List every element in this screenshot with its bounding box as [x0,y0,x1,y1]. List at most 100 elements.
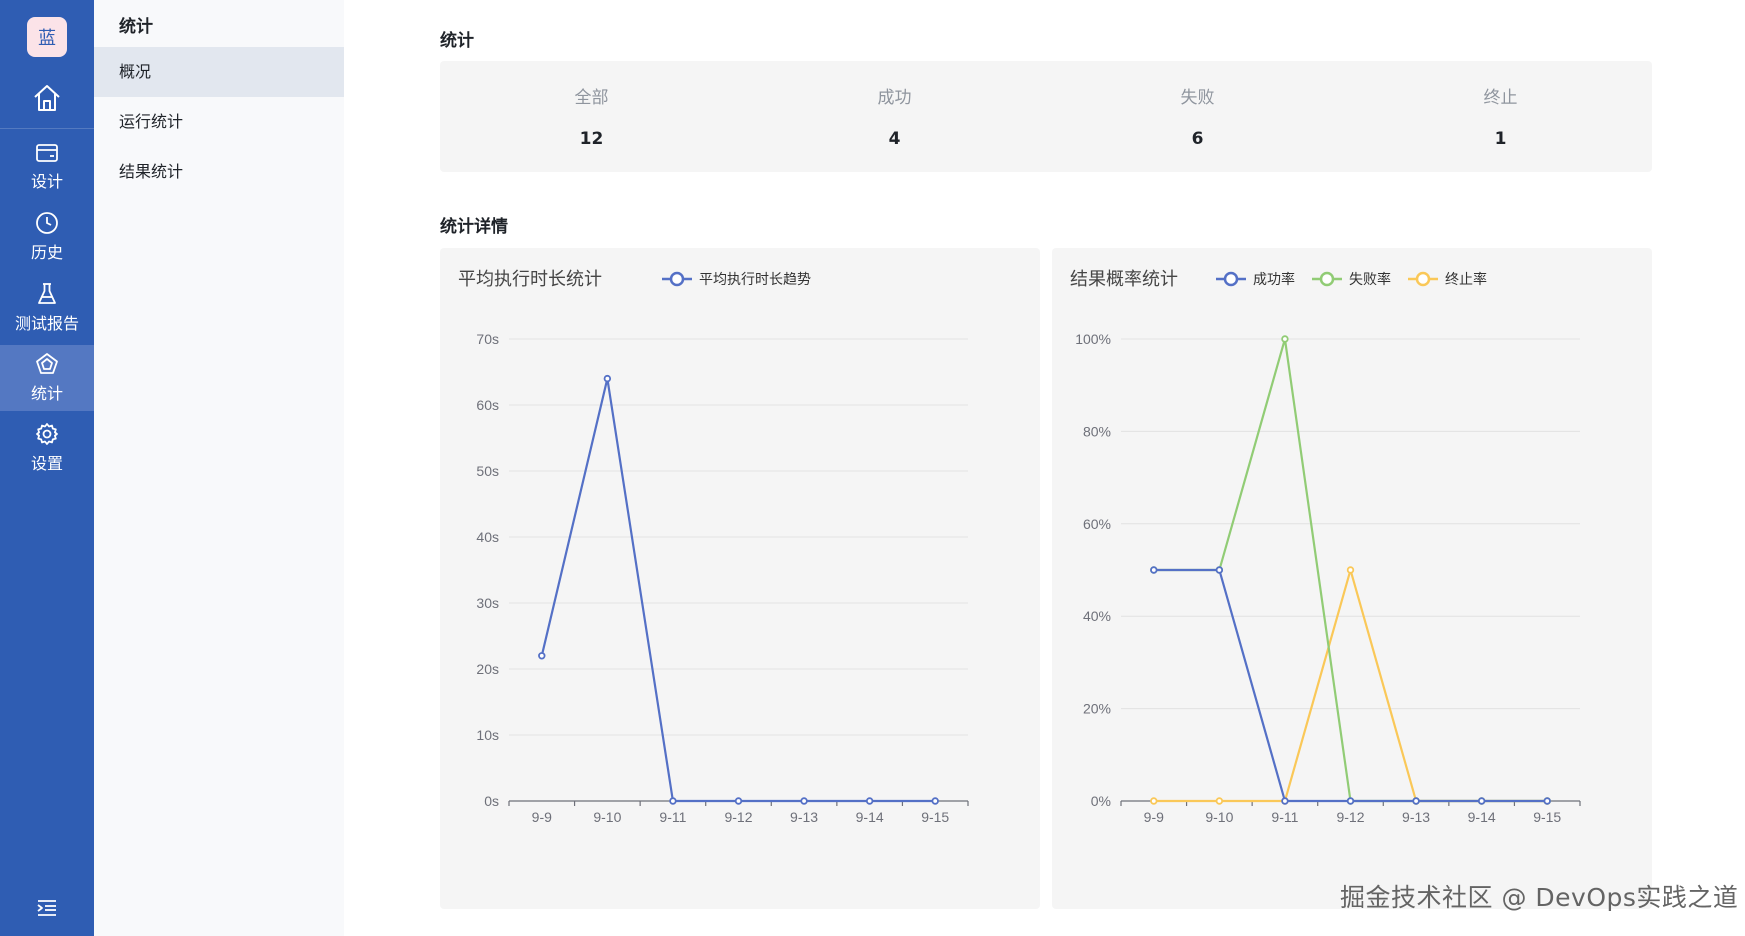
stat-total: 全部 12 [440,61,743,172]
subnav-title: 统计 [119,17,153,37]
series-line [1153,568,1548,803]
y-tick-label: 40% [1083,608,1111,624]
chart-title: 结果概率统计 [1070,269,1178,289]
nav-label: 历史 [30,243,63,262]
legend-marker [1415,271,1431,287]
summary-title: 统计 [440,31,474,51]
stat-label: 全部 [574,88,609,108]
legend-label: 终止率 [1445,271,1487,287]
line-chart: 结果概率统计 成功率 失败率 终止率 0% 20% 40% 60% 80% 100% 9-9 9-10… [1070,269,1581,825]
stat-value: 4 [888,129,901,149]
y-tick-label: 80% [1083,423,1111,439]
legend-item[interactable]: 平均执行时长趋势 [662,271,811,287]
y-tick-label: 60s [476,397,499,413]
y-tick-label: 10s [476,727,499,743]
legend-marker [1223,271,1239,287]
nav-label: 设置 [30,454,63,473]
y-tick-label: 0s [484,793,499,809]
y-tick-label: 0% [1091,793,1111,809]
x-tick-label: 9-12 [724,809,752,825]
nav-item-test-report[interactable]: 测试报告 [0,275,94,341]
y-tick-label: 50s [476,463,499,479]
stat-label: 终止 [1483,88,1518,108]
y-tick-label: 100% [1075,331,1111,347]
y-tick-label: 20% [1083,701,1111,717]
data-point [669,797,677,805]
data-point [1281,335,1289,343]
stat-value: 1 [1494,129,1507,149]
subnav-item-result-stats[interactable]: 结果统计 [94,147,344,197]
legend-label: 成功率 [1253,271,1295,287]
data-point [1215,797,1224,805]
nav-item-statistics[interactable]: 统计 [0,345,94,411]
subnav-item-run-stats[interactable]: 运行统计 [94,97,344,147]
x-tick-label: 9-11 [1271,809,1298,825]
x-tick-label: 9-15 [1533,809,1561,825]
x-tick-label: 9-9 [532,809,552,825]
x-tick-label: 9-13 [790,809,818,825]
nav-item-settings[interactable]: 设置 [0,415,94,481]
nav-item-design[interactable]: 设计 [0,134,94,200]
data-point [538,652,546,660]
clock-icon [36,212,58,234]
card-icon [36,144,58,162]
flask-icon [38,283,56,304]
legend-label: 失败率 [1349,271,1391,287]
x-tick-label: 9-9 [1144,809,1164,825]
nav-label: 设计 [30,172,63,191]
gear-icon [36,423,58,445]
pentagon-icon [36,353,58,374]
subnav-item-overview[interactable]: 概况 [94,47,344,97]
y-tick-label: 30s [476,595,499,611]
data-point [865,797,874,805]
legend-item[interactable]: 失败率 [1312,271,1391,287]
nav-item-history[interactable]: 历史 [0,204,94,270]
legend-label: 平均执行时长趋势 [699,271,811,287]
stat-label: 成功 [877,88,912,108]
data-point [1281,797,1289,805]
x-tick-label: 9-12 [1336,809,1364,825]
home-icon [34,85,60,111]
secondary-sidebar: 统计 概况 运行统计 结果统计 [94,0,344,936]
data-point [931,797,939,805]
x-tick-label: 9-13 [1402,809,1430,825]
x-tick-label: 9-10 [1205,809,1233,825]
data-point [1150,566,1158,574]
nav-label: 测试报告 [14,314,79,333]
collapse-sidebar-button[interactable] [0,893,94,923]
indent-icon [37,900,56,916]
home-button[interactable] [0,70,94,126]
result-rate-chart-panel: 结果概率统计 成功率 失败率 终止率 0% 20% 40% 60% 80% 100% 9-9 9-10… [1052,248,1652,909]
series-line [1153,568,1548,803]
chart-title: 平均执行时长统计 [458,269,602,289]
legend-item[interactable]: 成功率 [1216,271,1295,287]
data-point [1346,566,1355,574]
watermark: 掘金技术社区 @ DevOps实践之道 [1340,883,1739,912]
y-tick-label: 60% [1083,516,1111,532]
y-tick-label: 70s [476,331,499,347]
stat-value: 6 [1191,129,1204,149]
data-point [1412,797,1420,805]
summary-card: 全部 12 成功 4 失败 6 终止 1 [440,61,1652,172]
series-line [540,377,936,803]
legend-item[interactable]: 终止率 [1408,271,1487,287]
app-logo: 蓝 [27,17,67,57]
details-title: 统计详情 [440,217,508,237]
primary-sidebar: 蓝 设计 历史 测试报告 统计 设置 [0,0,94,936]
y-tick-label: 20s [476,661,499,677]
x-tick-label: 9-10 [593,809,621,825]
data-point [1543,797,1551,805]
stat-failed: 失败 6 [1046,61,1349,172]
data-point [1150,797,1158,805]
x-tick-label: 9-14 [1468,809,1496,825]
stat-value: 12 [579,129,604,149]
data-point [734,797,743,805]
rail-divider [0,128,94,129]
data-point [603,374,612,383]
y-tick-label: 40s [476,529,499,545]
legend-marker [1319,271,1335,287]
stat-success: 成功 4 [743,61,1046,172]
avg-duration-chart-panel: 平均执行时长统计 平均执行时长趋势 0s 10s 20s 30s 40s 50s 60s 70s 9… [440,248,1040,909]
x-tick-label: 9-15 [921,809,949,825]
legend-marker [669,271,685,287]
